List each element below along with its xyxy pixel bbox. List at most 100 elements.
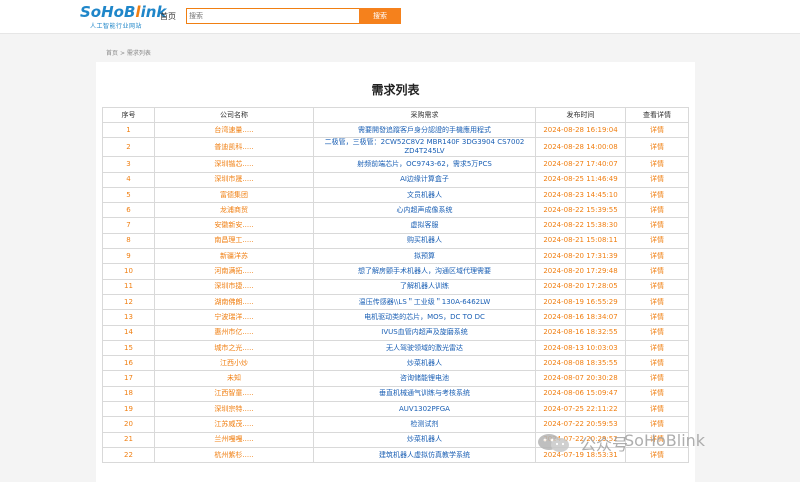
detail-link[interactable]: 详情 — [625, 232, 689, 250]
row-number: 19 — [102, 401, 155, 418]
requirement-link[interactable]: 咨询储能锂电池 — [313, 370, 536, 387]
requirement-link[interactable]: AI边缘计算盒子 — [313, 171, 536, 188]
requirement-link[interactable]: IVUS血管内超声及旋磨系统 — [313, 324, 536, 341]
requirement-link[interactable]: AUV1302PFGA — [313, 401, 536, 418]
table-row: 5 富德集团 文员机器人 2024-08-23 14:45:10 详情 — [102, 186, 689, 204]
row-number: 10 — [102, 263, 155, 280]
publish-time: 2024-08-21 15:08:11 — [535, 232, 626, 250]
company-name: 河南满拓..... — [154, 263, 314, 280]
company-name: 城市之光..... — [154, 339, 314, 357]
detail-link[interactable]: 详情 — [625, 186, 689, 204]
row-number: 5 — [102, 186, 155, 204]
row-number: 20 — [102, 416, 155, 433]
company-name: 南昌理工..... — [154, 232, 314, 250]
detail-link[interactable]: 详情 — [625, 263, 689, 280]
requirement-link[interactable]: 无人驾驶领域的激光雷达 — [313, 339, 536, 357]
row-number: 11 — [102, 278, 155, 295]
table-row: 19 深圳宗特..... AUV1302PFGA 2024-07-25 22:11:2… — [102, 401, 689, 418]
site-logo[interactable]: SoHoBlink 人工智能行业网站 — [80, 4, 166, 31]
detail-link[interactable]: 详情 — [625, 121, 689, 139]
table-row: 7 安徽新安..... 虚拟客服 2024-08-22 15:38:30 详情 — [102, 217, 689, 234]
row-number: 3 — [102, 156, 155, 173]
detail-link[interactable]: 详情 — [625, 293, 689, 311]
row-number: 9 — [102, 248, 155, 265]
column-header-requirement: 采购需求 — [313, 107, 536, 123]
company-name: 惠州市亿..... — [154, 324, 314, 341]
column-header-company: 公司名称 — [154, 107, 314, 123]
table-row: 3 深圳锴芯..... 射频前端芯片，OC9743-62，需求5万PCS 2024-0… — [102, 156, 689, 173]
company-name: 龙浦商贸 — [154, 202, 314, 219]
requirement-link[interactable]: 了解机器人训练 — [313, 278, 536, 295]
row-number: 4 — [102, 171, 155, 188]
publish-time: 2024-08-08 18:35:55 — [535, 355, 626, 372]
watermark: 公众号 SoHoBlink — [536, 430, 746, 456]
publish-time: 2024-08-25 11:46:49 — [535, 171, 626, 188]
company-name: 江西小炒 — [154, 355, 314, 372]
company-name: 普迪凯科..... — [154, 137, 314, 158]
requirement-link[interactable]: 检测试剂 — [313, 416, 536, 433]
table-row: 8 南昌理工..... 购买机器人 2024-08-21 15:08:11 详情 — [102, 232, 689, 250]
logo-subtitle: 人工智能行业网站 — [90, 23, 143, 30]
row-number: 7 — [102, 217, 155, 234]
detail-link[interactable]: 详情 — [625, 401, 689, 418]
table-row: 11 深圳市捷..... 了解机器人训练 2024-08-20 17:28:05 详情 — [102, 278, 689, 295]
detail-link[interactable]: 详情 — [625, 339, 689, 357]
column-header-detail: 查看详情 — [625, 107, 689, 123]
requirement-link[interactable]: 射频前端芯片，OC9743-62，需求5万PCS — [313, 156, 536, 173]
requirement-link[interactable]: 温压传感器\\LS＂工业级＂130A-6462LW — [313, 293, 536, 311]
table-header-row: 序号 公司名称 采购需求 发布时间 查看详情 — [102, 107, 689, 123]
company-name: 富德集团 — [154, 186, 314, 204]
top-bar: SoHoBlink 人工智能行业网站 首页 搜索 — [0, 0, 800, 34]
requirement-link[interactable]: 垂直机械通气训练与考核系统 — [313, 385, 536, 403]
row-number: 18 — [102, 385, 155, 403]
detail-link[interactable]: 详情 — [625, 278, 689, 295]
table-row: 6 龙浦商贸 心内超声成像系统 2024-08-22 15:39:55 详情 — [102, 202, 689, 219]
company-name: 江西智童..... — [154, 385, 314, 403]
detail-link[interactable]: 详情 — [625, 370, 689, 387]
table-row: 15 城市之光..... 无人驾驶领域的激光雷达 2024-08-13 10:03:0… — [102, 339, 689, 357]
company-name: 深圳市捷..... — [154, 278, 314, 295]
requirement-link[interactable]: 购买机器人 — [313, 232, 536, 250]
row-number: 17 — [102, 370, 155, 387]
detail-link[interactable]: 详情 — [625, 137, 689, 158]
breadcrumb: 首页 > 需求列表 — [106, 48, 151, 57]
company-name: 兰州嘎嘎..... — [154, 431, 314, 448]
row-number: 14 — [102, 324, 155, 341]
search-input[interactable] — [186, 8, 362, 24]
detail-link[interactable]: 详情 — [625, 324, 689, 341]
requirement-link[interactable]: 需要開發追蹤客戶身分認證的手機應用程式 — [313, 121, 536, 139]
detail-link[interactable]: 详情 — [625, 202, 689, 219]
table-row: 14 惠州市亿..... IVUS血管内超声及旋磨系统 2024-08-16 18:3… — [102, 324, 689, 341]
breadcrumb-separator: > — [119, 50, 125, 57]
requirement-link[interactable]: 炒菜机器人 — [313, 431, 536, 448]
breadcrumb-home-link[interactable]: 首页 — [106, 50, 118, 57]
company-name: 杭州紫杉..... — [154, 446, 314, 464]
watermark-label: 公众号 — [580, 435, 629, 454]
publish-time: 2024-08-16 18:32:55 — [535, 324, 626, 341]
detail-link[interactable]: 详情 — [625, 217, 689, 234]
breadcrumb-current: 需求列表 — [126, 50, 151, 57]
nav-home-link[interactable]: 首页 — [160, 11, 176, 22]
requirement-link[interactable]: 文员机器人 — [313, 186, 536, 204]
detail-link[interactable]: 详情 — [625, 248, 689, 265]
detail-link[interactable]: 详情 — [625, 156, 689, 173]
requirement-link[interactable]: 建筑机器人虚拟仿真教学系统 — [313, 446, 536, 464]
requirement-link[interactable]: 虚拟客服 — [313, 217, 536, 234]
row-number: 1 — [102, 121, 155, 139]
search-button[interactable]: 搜索 — [359, 8, 401, 24]
detail-link[interactable]: 详情 — [625, 309, 689, 326]
row-number: 21 — [102, 431, 155, 448]
detail-link[interactable]: 详情 — [625, 171, 689, 188]
requirement-link[interactable]: 想了解房颤手术机器人，沟通区域代理需要 — [313, 263, 536, 280]
requirement-link[interactable]: 二极管，三极管：2CW52C8V2 MBR140F 3DG3904 CS7002… — [313, 137, 536, 158]
requirement-link[interactable]: 心内超声成像系统 — [313, 202, 536, 219]
requirement-link[interactable]: 炒菜机器人 — [313, 355, 536, 372]
requirement-link[interactable]: 电机驱动类的芯片，MOS，DC TO DC — [313, 309, 536, 326]
publish-time: 2024-08-20 17:29:48 — [535, 263, 626, 280]
publish-time: 2024-08-27 17:40:07 — [535, 156, 626, 173]
requirement-link[interactable]: 拟预算 — [313, 248, 536, 265]
column-header-number: 序号 — [102, 107, 155, 123]
company-name: 深圳宗特..... — [154, 401, 314, 418]
detail-link[interactable]: 详情 — [625, 385, 689, 403]
detail-link[interactable]: 详情 — [625, 355, 689, 372]
